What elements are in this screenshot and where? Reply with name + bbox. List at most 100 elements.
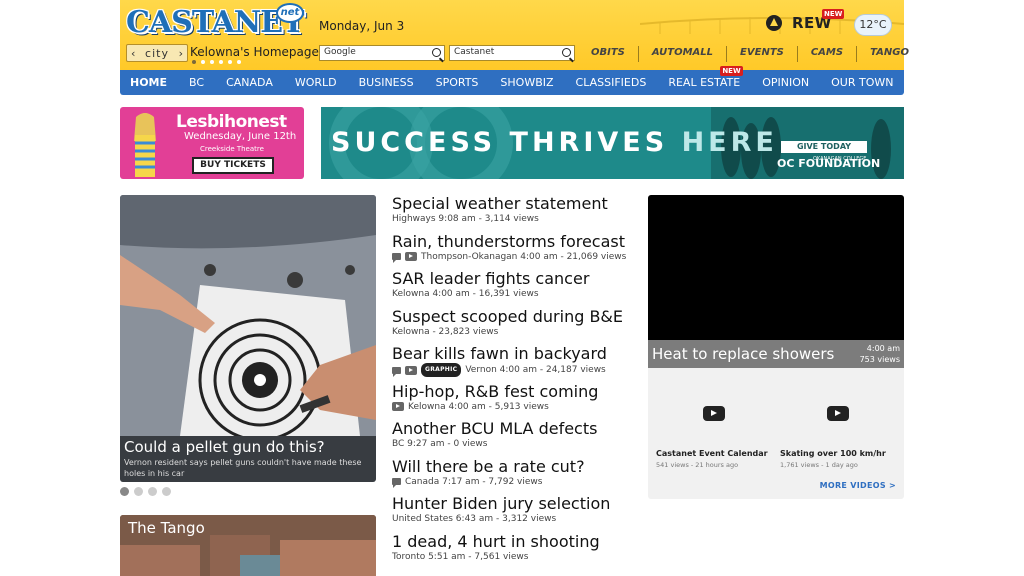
- video-player[interactable]: [648, 195, 904, 340]
- nav-home[interactable]: HOME: [130, 76, 167, 89]
- video-meta: 4:00 am 753 views: [860, 343, 900, 365]
- nav-showbiz[interactable]: SHOWBIZ: [500, 76, 553, 89]
- chevron-right-icon[interactable]: ›: [179, 47, 183, 60]
- headline-meta: GRAPHIC Vernon 4:00 am - 24,187 views: [392, 363, 632, 377]
- castanet-search-input[interactable]: Castanet: [449, 45, 575, 61]
- logo-net-bubble: net: [276, 3, 304, 23]
- headline-item[interactable]: Rain, thunderstorms forecast Thompson-Ok…: [392, 232, 632, 270]
- toplink-events[interactable]: EVENTS: [726, 46, 797, 62]
- headline-item[interactable]: Hunter Biden jury selection United State…: [392, 494, 632, 532]
- headline-meta-text: Thompson-Okanagan 4:00 am - 21,069 views: [421, 251, 627, 262]
- headline-meta: Kelowna 4:00 am - 5,913 views: [392, 401, 632, 413]
- headline-item[interactable]: Will there be a rate cut? Canada 7:17 am…: [392, 457, 632, 495]
- nav-weather[interactable]: WEATHER: [915, 76, 969, 89]
- lesbihonest-ad[interactable]: Lesbihonest Wednesday, June 12th Creeksi…: [120, 107, 304, 179]
- buy-tickets-button[interactable]: BUY TICKETS: [192, 157, 274, 174]
- ad-venue: Creekside Theatre: [200, 145, 264, 153]
- ad-org-sub: OKANAGAN COLLEGE: [813, 156, 867, 162]
- headline-meta-text: Highways 9:08 am - 3,114 views: [392, 214, 539, 224]
- oc-foundation-ad[interactable]: SUCCESS THRIVES HERE GIVE TODAY OC FOUND…: [321, 107, 904, 179]
- headline-title[interactable]: 1 dead, 4 hurt in shooting: [392, 532, 632, 551]
- city-dot[interactable]: [201, 60, 205, 64]
- headline-item[interactable]: Hip-hop, R&B fest coming Kelowna 4:00 am…: [392, 382, 632, 420]
- toplink-cams[interactable]: CAMS: [796, 46, 856, 62]
- search-icon[interactable]: [562, 48, 571, 57]
- headline-title[interactable]: Special weather statement: [392, 194, 632, 213]
- headline-item[interactable]: Bear kills fawn in backyard GRAPHIC Verno…: [392, 344, 632, 382]
- headline-item[interactable]: Suspect scooped during B&E Kelowna - 23,…: [392, 307, 632, 345]
- carousel-dot[interactable]: [134, 487, 143, 496]
- video-panel: Heat to replace showers 4:00 am 753 view…: [648, 195, 904, 499]
- carousel-dot[interactable]: [148, 487, 157, 496]
- carousel-dot[interactable]: [162, 487, 171, 496]
- headline-meta: Toronto 5:51 am - 7,561 views: [392, 551, 632, 563]
- headline-title[interactable]: Will there be a rate cut?: [392, 457, 632, 476]
- video-caption: Heat to replace showers 4:00 am 753 view…: [648, 340, 904, 368]
- city-dot[interactable]: [228, 60, 232, 64]
- headline-meta: United States 6:43 am - 3,312 views: [392, 513, 632, 525]
- give-today-button[interactable]: GIVE TODAY: [781, 141, 867, 153]
- video-tile-title[interactable]: Castanet Event Calendar: [656, 449, 768, 458]
- feature-title[interactable]: Could a pellet gun do this?: [124, 438, 325, 456]
- city-dot[interactable]: [210, 60, 214, 64]
- nav-canada[interactable]: CANADA: [226, 76, 273, 89]
- headline-title[interactable]: Hunter Biden jury selection: [392, 494, 632, 513]
- headline-meta: Kelowna - 23,823 views: [392, 326, 632, 338]
- headline-title[interactable]: Rain, thunderstorms forecast: [392, 232, 632, 251]
- headline-meta: Highways 9:08 am - 3,114 views: [392, 213, 632, 225]
- featured-story[interactable]: Could a pellet gun do this? Vernon resid…: [120, 195, 376, 482]
- headline-item[interactable]: Another BCU MLA defects BC 9:27 am - 0 v…: [392, 419, 632, 457]
- search-icon[interactable]: [432, 48, 441, 57]
- video-title[interactable]: Heat to replace showers: [652, 345, 834, 363]
- nav-business[interactable]: BUSINESS: [359, 76, 414, 89]
- city-dot[interactable]: [192, 60, 196, 64]
- play-icon[interactable]: [827, 406, 849, 421]
- nav-our-town[interactable]: OUR TOWN: [831, 76, 893, 89]
- carousel-dot[interactable]: [120, 487, 129, 496]
- city-dot[interactable]: [219, 60, 223, 64]
- comment-icon: [392, 478, 401, 488]
- rew-new-badge: NEW: [822, 9, 845, 19]
- headline-item[interactable]: 1 dead, 4 hurt in shooting Toronto 5:51 …: [392, 532, 632, 570]
- headline-title[interactable]: Another BCU MLA defects: [392, 419, 632, 438]
- video-icon: [392, 402, 404, 411]
- header-quick-links: OBITS AUTOMALL EVENTS CAMS TANGO: [578, 46, 922, 62]
- feature-carousel-dots: [120, 487, 171, 496]
- headline-title[interactable]: Suspect scooped during B&E: [392, 307, 632, 326]
- toplink-tango[interactable]: TANGO: [856, 46, 922, 62]
- headline-title[interactable]: Bear kills fawn in backyard: [392, 344, 632, 363]
- video-tile-meta: 541 views - 21 hours ago: [656, 461, 739, 469]
- headline-title[interactable]: SAR leader fights cancer: [392, 269, 632, 288]
- rew-icon: [766, 15, 782, 31]
- headline-meta: Kelowna 4:00 am - 16,391 views: [392, 288, 632, 300]
- tango-story[interactable]: The Tango: [120, 515, 376, 576]
- toplink-obits[interactable]: OBITS: [578, 46, 638, 62]
- weather-widget[interactable]: 12°C: [854, 12, 892, 36]
- headline-item[interactable]: Special weather statement Highways 9:08 …: [392, 194, 632, 232]
- video-tile-title[interactable]: Skating over 100 km/hr: [780, 449, 886, 458]
- toplink-automall[interactable]: AUTOMALL: [637, 46, 726, 62]
- nav-classifieds[interactable]: CLASSIFIEDS: [576, 76, 647, 89]
- nav-bc[interactable]: BC: [189, 76, 204, 89]
- headline-title[interactable]: Hip-hop, R&B fest coming: [392, 382, 632, 401]
- video-tile-meta: 1,761 views - 1 day ago: [780, 461, 858, 469]
- nav-opinion[interactable]: OPINION: [762, 76, 809, 89]
- headline-item[interactable]: SAR leader fights cancer Kelowna 4:00 am…: [392, 269, 632, 307]
- headline-meta-text: United States 6:43 am - 3,312 views: [392, 514, 557, 524]
- headline-meta-text: Vernon 4:00 am - 24,187 views: [465, 365, 606, 375]
- city-selector[interactable]: ‹ city ›: [126, 44, 188, 62]
- feature-caption: Could a pellet gun do this? Vernon resid…: [120, 436, 376, 482]
- castanet-search-value: Castanet: [454, 47, 495, 57]
- google-search-input[interactable]: Google: [319, 45, 445, 61]
- video-icon: [405, 252, 417, 261]
- nav-sports[interactable]: SPORTS: [436, 76, 479, 89]
- nav-real-estate[interactable]: REAL ESTATE NEW: [668, 66, 743, 89]
- more-videos-link[interactable]: MORE VIDEOS >: [820, 481, 896, 490]
- play-icon[interactable]: [703, 406, 725, 421]
- video-icon: [405, 365, 417, 375]
- video-views: 753 views: [859, 355, 900, 364]
- nav-world[interactable]: WORLD: [295, 76, 337, 89]
- chevron-left-icon[interactable]: ‹: [131, 47, 135, 60]
- city-dot[interactable]: [237, 60, 241, 64]
- performer-image: [134, 113, 156, 177]
